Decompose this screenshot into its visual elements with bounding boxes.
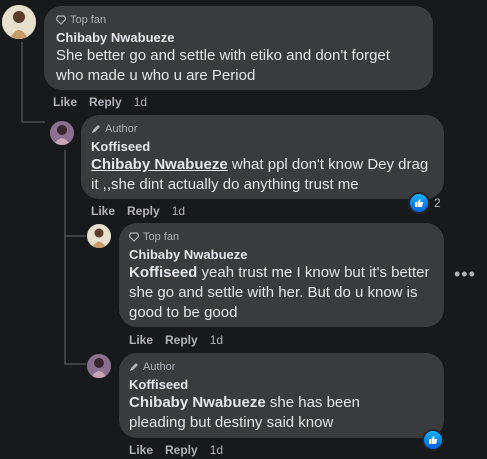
thread-line [21,42,23,122]
comment-actions: Like Reply 1d [129,332,223,348]
badge-label: Top fan [70,14,107,26]
reaction-summary[interactable] [422,429,444,451]
author-badge: Author [129,360,434,374]
more-horizontal-icon[interactable]: ••• [454,264,476,285]
like-reaction-icon [422,429,444,451]
mention-link[interactable]: Koffiseed [129,264,197,281]
comment-text: Koffiseed yeah trust me I know but it's … [129,263,434,323]
thread-line [64,150,66,364]
timestamp[interactable]: 1d [172,204,185,218]
comment-bubble: Author Koffiseed Chibaby Nwabueze she ha… [119,353,444,438]
thread-line [64,235,86,237]
badge-label: Author [105,123,138,135]
reply-button[interactable]: Reply [165,443,198,457]
diamond-icon [129,232,139,242]
like-button[interactable]: Like [53,95,77,109]
comment-author[interactable]: Koffiseed [91,138,434,155]
comment-bubble: Top fan Chibaby Nwabueze She better go a… [44,6,433,90]
avatar[interactable] [2,5,36,39]
comment-bubble: Author Koffiseed Chibaby Nwabueze what p… [81,115,444,199]
like-button[interactable]: Like [129,333,153,347]
timestamp[interactable]: 1d [210,443,223,457]
comment-text: Chibaby Nwabueze she has been pleading b… [129,393,419,433]
comment-text: She better go and settle with etiko and … [56,47,390,84]
badge-label: Top fan [143,231,180,243]
comment-author[interactable]: Koffiseed [129,376,434,393]
comment-actions: Like Reply 1d [53,94,147,110]
pen-icon [130,363,138,371]
comment-author[interactable]: Chibaby Nwabueze [129,246,434,263]
like-button[interactable]: Like [91,204,115,218]
comment-actions: Like Reply 1d [91,203,185,219]
avatar-image [2,5,36,39]
thread-line [64,363,86,365]
comment-actions: Like Reply 1d [129,442,223,458]
comment-bubble: Top fan Chibaby Nwabueze Koffiseed yeah … [119,223,444,327]
top-fan-badge: Top fan [129,230,434,244]
reply-button[interactable]: Reply [89,95,122,109]
avatar[interactable] [87,354,111,378]
timestamp[interactable]: 1d [210,333,223,347]
timestamp[interactable]: 1d [134,95,147,109]
comment-text: Chibaby Nwabueze what ppl don't know Dey… [91,155,434,195]
avatar-image [87,224,111,248]
reply-button[interactable]: Reply [165,333,198,347]
pen-icon [92,125,100,133]
avatar-image [50,121,74,145]
like-button[interactable]: Like [129,443,153,457]
comment-author[interactable]: Chibaby Nwabueze [56,29,421,46]
diamond-icon [56,15,66,25]
avatar-image [87,354,111,378]
reaction-summary[interactable]: 2 [408,192,441,214]
avatar[interactable] [87,224,111,248]
thread-line [21,121,45,123]
avatar[interactable] [50,121,74,145]
mention-link[interactable]: Chibaby Nwabueze [91,156,228,173]
reply-button[interactable]: Reply [127,204,160,218]
author-badge: Author [91,122,434,136]
mention-link[interactable]: Chibaby Nwabueze [129,394,266,411]
top-fan-badge: Top fan [56,13,421,27]
reaction-count: 2 [434,196,441,210]
badge-label: Author [143,361,176,373]
like-reaction-icon [408,192,430,214]
